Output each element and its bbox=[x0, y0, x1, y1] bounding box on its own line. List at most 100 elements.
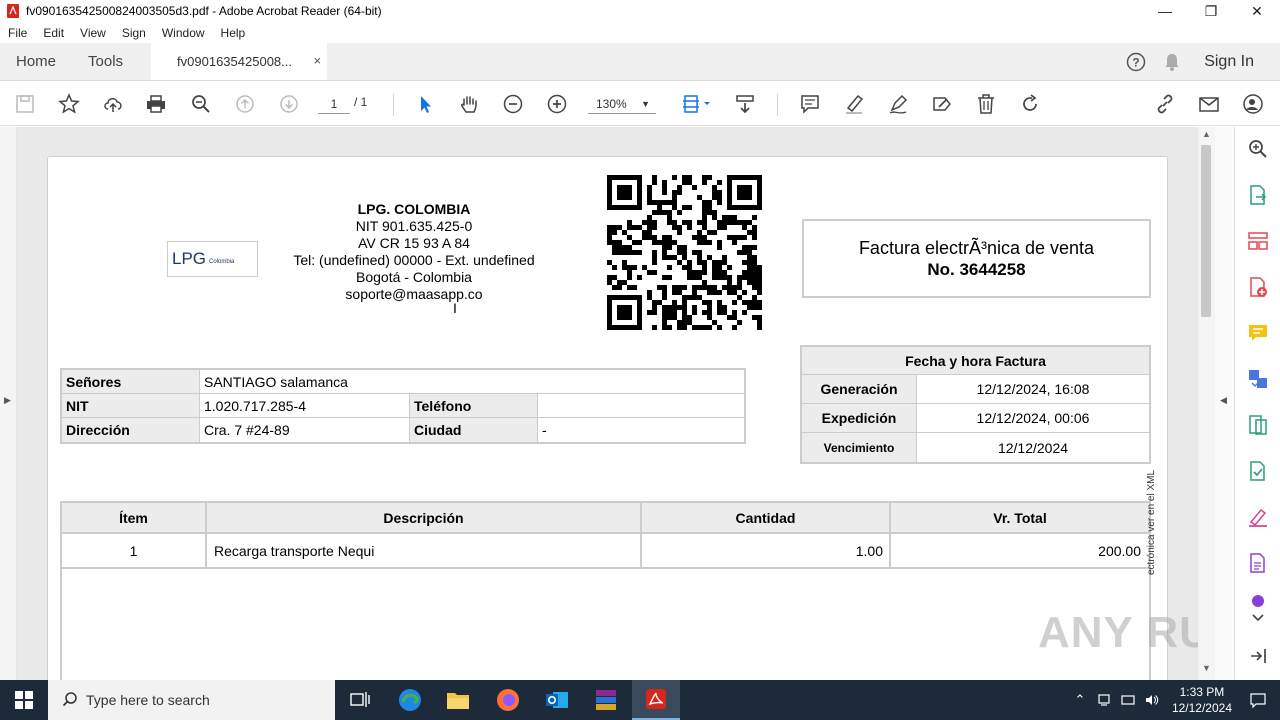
generation-label: Generación bbox=[802, 375, 917, 403]
hand-tool-icon[interactable] bbox=[456, 91, 482, 117]
winrar-icon[interactable] bbox=[582, 680, 630, 720]
client-address-label: Dirección bbox=[62, 418, 199, 442]
draw-pen-icon[interactable] bbox=[885, 91, 911, 117]
chevron-down-icon: ▼ bbox=[641, 99, 650, 109]
compress-pdf-icon[interactable] bbox=[1245, 412, 1271, 438]
help-icon[interactable]: ? bbox=[1122, 52, 1150, 72]
chevron-up-icon[interactable]: ⌃ bbox=[1068, 692, 1092, 708]
chevron-down-icon[interactable] bbox=[1245, 610, 1271, 626]
scan-ocr-icon[interactable] bbox=[1245, 458, 1271, 484]
export-pdf-icon[interactable] bbox=[1245, 182, 1271, 208]
firefox-icon[interactable] bbox=[484, 680, 532, 720]
system-tray: ⌃ 1:33 PM 12/12/2024 bbox=[1068, 680, 1280, 720]
company-info: LPG. COLOMBIA NIT 901.635.425-0 AV CR 15… bbox=[274, 201, 554, 303]
tab-tools[interactable]: Tools bbox=[72, 42, 139, 80]
rotate-icon[interactable] bbox=[1017, 91, 1043, 117]
task-view-icon[interactable] bbox=[336, 680, 384, 720]
outlook-icon[interactable] bbox=[533, 680, 581, 720]
zoom-out-icon[interactable] bbox=[500, 91, 526, 117]
client-row: Dirección Cra. 7 #24-89 Ciudad - bbox=[62, 418, 744, 442]
display-icon[interactable] bbox=[1116, 693, 1140, 707]
menu-edit[interactable]: Edit bbox=[35, 26, 72, 40]
windows-taskbar: Type here to search ⌃ 1:33 PM 12/12/2024 bbox=[0, 680, 1280, 720]
network-icon[interactable] bbox=[1092, 693, 1116, 707]
company-city: Bogotá - Colombia bbox=[356, 269, 472, 285]
vertical-scrollbar[interactable]: ▲ ▼ bbox=[1198, 127, 1215, 680]
tab-document[interactable]: fv0901635425008... × bbox=[151, 42, 328, 80]
zoom-level-select[interactable]: 130% ▼ bbox=[588, 94, 656, 114]
acrobat-taskbar-icon[interactable] bbox=[632, 680, 680, 720]
qr-code bbox=[607, 175, 762, 330]
delete-trash-icon[interactable] bbox=[973, 91, 999, 117]
comment-tool-icon[interactable] bbox=[1245, 320, 1271, 346]
edit-pdf-icon[interactable] bbox=[1245, 550, 1271, 576]
cell-description: Recarga transporte Nequi bbox=[207, 534, 642, 567]
scroll-up-icon[interactable]: ▲ bbox=[1202, 129, 1211, 139]
maximize-button[interactable]: ❐ bbox=[1188, 0, 1234, 22]
right-panel-toggle[interactable]: ◀ bbox=[1215, 127, 1234, 680]
dates-row: Generación 12/12/2024, 16:08 bbox=[802, 375, 1149, 404]
table-row: 1 Recarga transporte Nequi 1.00 200.00 bbox=[62, 534, 1149, 569]
zoom-in-icon[interactable] bbox=[544, 91, 570, 117]
menu-sign[interactable]: Sign bbox=[114, 26, 154, 40]
comment-icon[interactable] bbox=[797, 91, 823, 117]
client-name-value: SANTIAGO salamanca bbox=[199, 370, 744, 393]
scroll-mode-icon[interactable] bbox=[732, 91, 758, 117]
cell-total: 200.00 bbox=[1098, 542, 1141, 559]
acrobat-window: fv09016354250082400350​5d3.pdf - Adobe A… bbox=[0, 0, 1280, 720]
tab-bar: Home Tools fv0901635425008... × ? Sign I… bbox=[0, 42, 1280, 81]
bookmark-star-icon[interactable] bbox=[56, 91, 82, 117]
share-link-icon[interactable] bbox=[1152, 91, 1178, 117]
menu-view[interactable]: View bbox=[72, 26, 114, 40]
next-page-icon[interactable] bbox=[276, 91, 302, 117]
create-pdf-icon[interactable] bbox=[1245, 274, 1271, 300]
client-row: NIT 1.020.717.285-4 Teléfono bbox=[62, 394, 744, 418]
organize-pages-icon[interactable] bbox=[1245, 228, 1271, 254]
save-icon[interactable] bbox=[12, 91, 38, 117]
collapse-panel-icon[interactable] bbox=[1245, 643, 1271, 669]
print-icon[interactable] bbox=[143, 91, 169, 117]
generation-value: 12/12/2024, 16:08 bbox=[976, 381, 1090, 397]
start-button[interactable] bbox=[0, 680, 48, 720]
client-name-label: Señores bbox=[62, 370, 199, 393]
page-fit-icon[interactable] bbox=[678, 91, 714, 117]
upload-cloud-icon[interactable] bbox=[100, 91, 126, 117]
add-user-icon[interactable] bbox=[1240, 91, 1266, 117]
zoom-search-icon[interactable] bbox=[188, 91, 214, 117]
minimize-button[interactable]: — bbox=[1142, 0, 1188, 22]
title-bar: fv09016354250082400350​5d3.pdf - Adobe A… bbox=[0, 0, 1280, 22]
close-window-button[interactable]: ✕ bbox=[1234, 0, 1280, 22]
notifications-icon[interactable] bbox=[1246, 692, 1270, 708]
menu-file[interactable]: File bbox=[0, 26, 35, 40]
menu-window[interactable]: Window bbox=[154, 26, 213, 40]
volume-icon[interactable] bbox=[1140, 693, 1164, 707]
tab-home[interactable]: Home bbox=[0, 42, 72, 80]
client-phone-label: Teléfono bbox=[409, 394, 537, 417]
combine-files-icon[interactable] bbox=[1245, 366, 1271, 392]
menu-help[interactable]: Help bbox=[213, 26, 254, 40]
clock-date: 12/12/2024 bbox=[1171, 701, 1232, 715]
highlight-pen-icon[interactable] bbox=[841, 91, 867, 117]
edge-browser-icon[interactable] bbox=[386, 680, 434, 720]
close-tab-icon[interactable]: × bbox=[313, 53, 321, 68]
search-icon[interactable] bbox=[1245, 136, 1271, 162]
sign-in-button[interactable]: Sign In bbox=[1204, 53, 1254, 71]
email-icon[interactable] bbox=[1196, 91, 1222, 117]
dates-row: Expedición 12/12/2024, 00:06 bbox=[802, 404, 1149, 433]
page-number-input[interactable]: 1 bbox=[318, 94, 350, 114]
fill-sign-icon[interactable] bbox=[929, 91, 955, 117]
select-cursor-icon[interactable] bbox=[412, 91, 438, 117]
cell-quantity: 1.00 bbox=[642, 534, 891, 567]
taskbar-search-box[interactable]: Type here to search bbox=[48, 680, 335, 720]
cell-item: 1 bbox=[62, 534, 207, 567]
fill-and-sign-icon[interactable] bbox=[1245, 504, 1271, 530]
bell-icon[interactable] bbox=[1158, 52, 1186, 72]
expand-left-icon: ▶ bbox=[4, 395, 11, 405]
windows-logo-icon bbox=[15, 691, 33, 709]
previous-page-icon[interactable] bbox=[232, 91, 258, 117]
scroll-down-icon[interactable]: ▼ bbox=[1202, 663, 1211, 673]
left-panel-toggle[interactable]: ▶ bbox=[0, 127, 17, 680]
file-explorer-icon[interactable] bbox=[434, 680, 482, 720]
system-clock[interactable]: 1:33 PM 12/12/2024 bbox=[1172, 684, 1232, 716]
scrollbar-thumb[interactable] bbox=[1201, 145, 1211, 317]
